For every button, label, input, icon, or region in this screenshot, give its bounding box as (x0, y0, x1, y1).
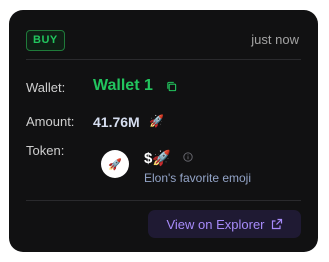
token-avatar: 🚀 (101, 150, 129, 178)
external-link-icon (271, 218, 282, 230)
amount-value: 41.76M (93, 114, 140, 130)
rocket-icon: 🚀 (108, 158, 122, 171)
timestamp: just now (251, 32, 299, 47)
info-icon[interactable] (183, 152, 193, 162)
wallet-label: Wallet: (26, 80, 66, 95)
rocket-icon: 🚀 (149, 114, 164, 128)
view-on-explorer-button[interactable]: View on Explorer (148, 210, 301, 238)
copy-icon[interactable] (166, 81, 177, 92)
transaction-card: BUY just now Wallet: Wallet 1 Amount: 41… (9, 10, 318, 252)
token-name: Elon's favorite emoji (144, 171, 252, 185)
token-label: Token: (26, 143, 65, 158)
token-symbol: $🚀 (144, 150, 172, 167)
divider (26, 59, 301, 60)
divider (26, 200, 301, 201)
explorer-button-label: View on Explorer (166, 216, 265, 232)
wallet-name[interactable]: Wallet 1 (93, 77, 153, 95)
buy-badge: BUY (26, 30, 65, 51)
amount-label: Amount: (26, 114, 75, 129)
